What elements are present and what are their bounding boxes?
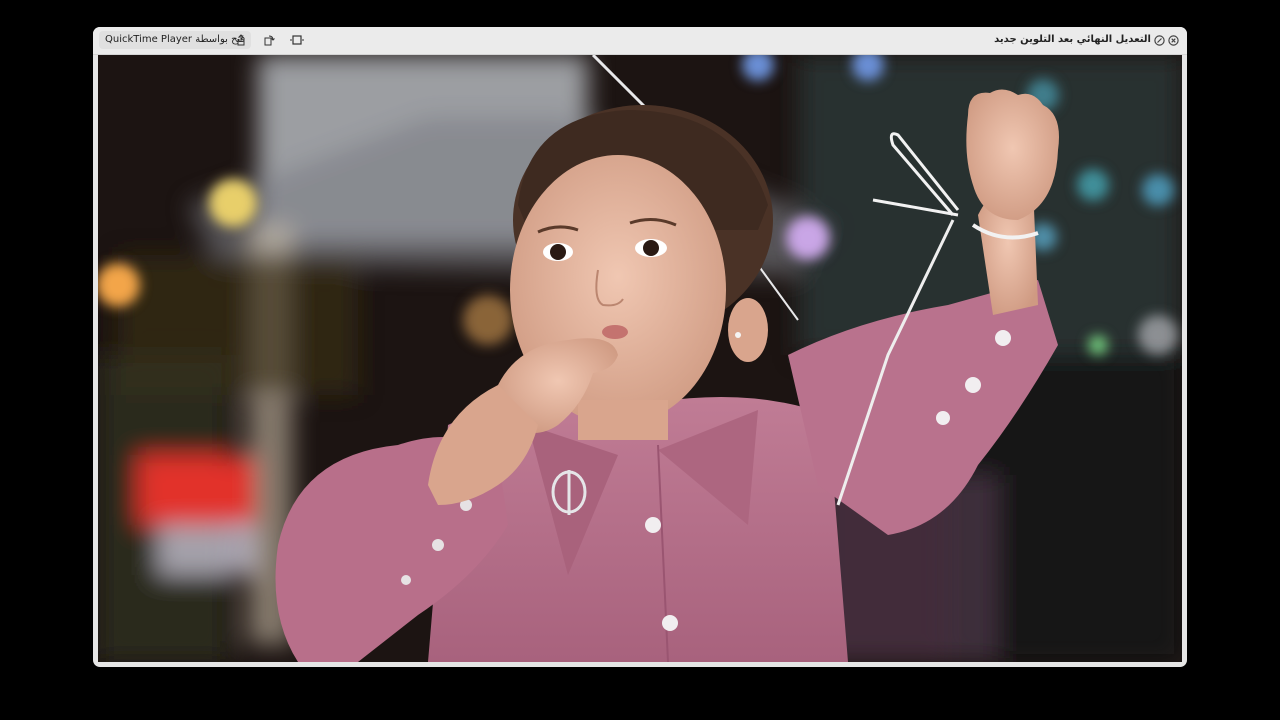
fullscreen-icon[interactable]: [1154, 35, 1165, 46]
trim-icon[interactable]: [289, 32, 305, 48]
video-frame[interactable]: [98, 55, 1182, 662]
title-bar: فتح بواسطة QuickTime Player التعديل النه…: [93, 27, 1187, 55]
quicklook-window: فتح بواسطة QuickTime Player التعديل النه…: [93, 27, 1187, 667]
share-icon[interactable]: [233, 32, 249, 48]
window-title: التعديل النهائي بعد التلوين جديد: [994, 34, 1151, 45]
close-icon[interactable]: [1168, 35, 1179, 46]
open-with-quicktime-button[interactable]: فتح بواسطة QuickTime Player: [99, 31, 252, 49]
video-image: [98, 55, 1182, 662]
rotate-icon[interactable]: [261, 32, 277, 48]
